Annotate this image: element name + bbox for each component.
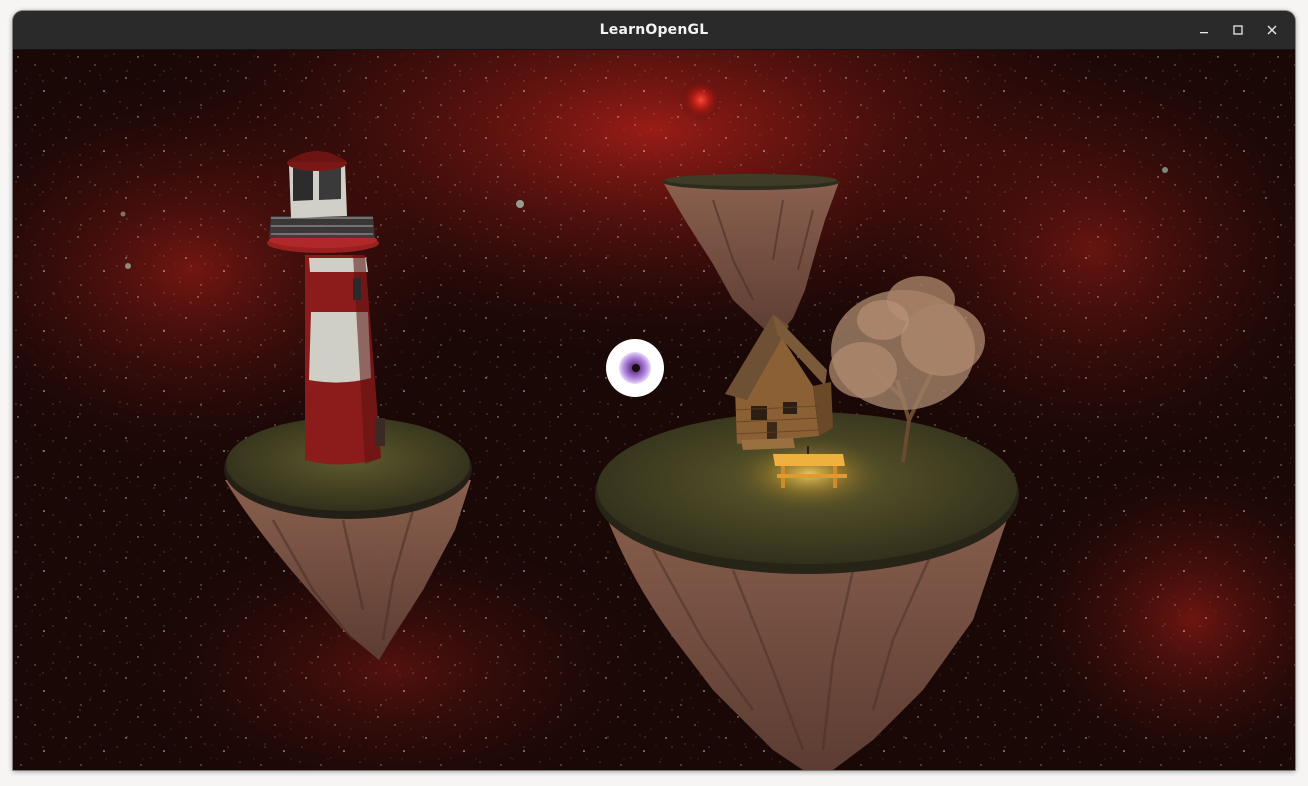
minimize-icon bbox=[1200, 32, 1208, 34]
small-star bbox=[516, 200, 524, 208]
bright-star bbox=[679, 78, 723, 122]
eye-sphere bbox=[606, 339, 664, 397]
scene-canvas bbox=[13, 50, 1295, 770]
small-star bbox=[125, 263, 131, 269]
maximize-button[interactable] bbox=[1221, 11, 1255, 49]
opengl-viewport[interactable] bbox=[13, 50, 1295, 770]
close-button[interactable] bbox=[1255, 11, 1289, 49]
star-field bbox=[13, 50, 1295, 770]
small-star bbox=[120, 211, 126, 217]
small-star bbox=[1162, 167, 1168, 173]
app-window: LearnOpenGL bbox=[13, 11, 1295, 770]
minimize-button[interactable] bbox=[1187, 11, 1221, 49]
window-controls bbox=[1187, 11, 1289, 49]
maximize-icon bbox=[1233, 25, 1243, 35]
close-icon bbox=[1267, 25, 1277, 35]
window-title: LearnOpenGL bbox=[599, 22, 709, 38]
title-bar[interactable]: LearnOpenGL bbox=[13, 11, 1295, 50]
